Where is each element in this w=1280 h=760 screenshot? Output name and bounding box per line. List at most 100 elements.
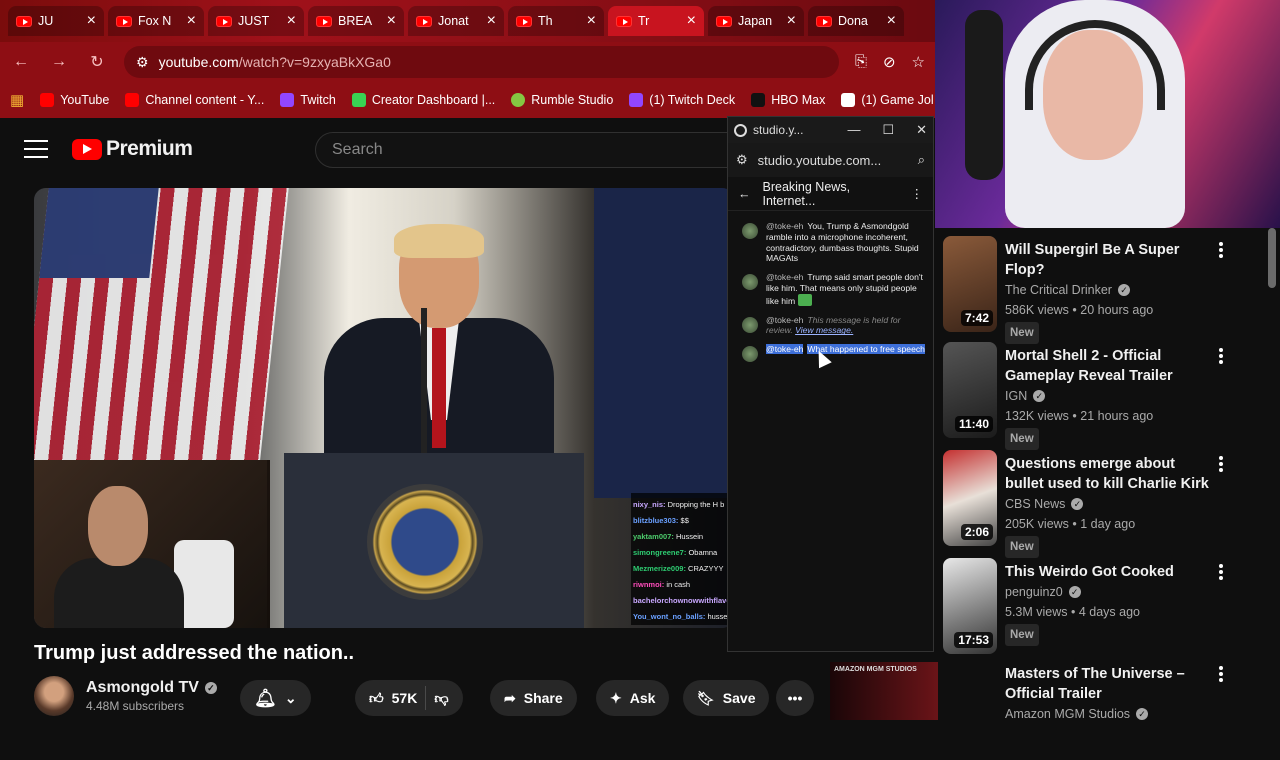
- presidential-seal: [367, 484, 483, 600]
- youtube-favicon-icon: [316, 15, 332, 27]
- youtube-favicon-icon: [616, 15, 632, 27]
- site-settings-icon[interactable]: ⚙: [136, 54, 149, 71]
- bookmark-item[interactable]: Rumble Studio: [511, 93, 613, 107]
- trailer-thumbnail[interactable]: AMAZON MGM STUDIOS: [830, 662, 938, 720]
- channel-name[interactable]: Asmongold TV ✓: [86, 679, 217, 697]
- video-player[interactable]: nixy_nis: Dropping the H b blitzblue303:…: [34, 188, 734, 628]
- search-icon[interactable]: ⌕: [918, 152, 925, 168]
- back-arrow-icon[interactable]: ←: [738, 187, 751, 201]
- ask-button[interactable]: ✦ Ask: [596, 680, 670, 716]
- install-app-icon[interactable]: ⎘: [855, 53, 867, 71]
- more-actions-button[interactable]: •••: [776, 680, 814, 716]
- close-tab-icon[interactable]: ×: [187, 12, 196, 30]
- close-tab-icon[interactable]: ×: [387, 12, 396, 30]
- share-icon: ➦: [504, 689, 516, 706]
- site-settings-icon[interactable]: ⚙: [736, 152, 748, 168]
- bell-icon: 🔔︎: [254, 687, 277, 708]
- close-tab-icon[interactable]: ×: [787, 12, 796, 30]
- more-vertical-icon[interactable]: [1219, 564, 1223, 582]
- save-button[interactable]: 🔖︎ Save: [683, 680, 770, 716]
- emote-icon: [797, 293, 812, 306]
- browser-tab[interactable]: JUST ×: [208, 6, 304, 36]
- view-message-link[interactable]: View message.: [795, 325, 853, 335]
- apps-grid-icon[interactable]: ▦: [10, 91, 24, 109]
- close-tab-icon[interactable]: ×: [87, 12, 96, 30]
- more-vertical-icon[interactable]: [1219, 456, 1223, 474]
- video-thumbnail[interactable]: 17:53: [943, 558, 997, 654]
- browser-tab[interactable]: JU ×: [8, 6, 104, 36]
- avatar: [742, 223, 758, 239]
- verified-check-icon: ✓: [204, 682, 217, 694]
- close-tab-icon[interactable]: ×: [487, 12, 496, 30]
- browser-tab[interactable]: Dona ×: [808, 6, 904, 36]
- bookmark-star-icon[interactable]: ☆: [912, 53, 925, 71]
- twitch-icon: [280, 93, 295, 107]
- recommendation-item[interactable]: 2:06 Questions emerge about bullet used …: [943, 450, 1243, 558]
- browser-tab[interactable]: Jonat ×: [408, 6, 504, 36]
- american-flag: [34, 188, 289, 468]
- youtube-play-icon: [72, 138, 102, 160]
- browser-tab[interactable]: Fox N ×: [108, 6, 204, 36]
- close-window-icon[interactable]: ✕: [916, 122, 927, 138]
- bookmark-item[interactable]: (1) Game Jol: [841, 93, 934, 107]
- close-tab-icon[interactable]: ×: [687, 12, 696, 30]
- chat-header: ← Breaking News, Internet... ⋮: [728, 177, 933, 211]
- chat-message-held[interactable]: @toke-eh This message is held for review.…: [728, 311, 933, 341]
- microphone: [421, 308, 427, 458]
- bookmark-item[interactable]: Creator Dashboard |...: [351, 93, 495, 107]
- bookmark-item[interactable]: Channel content - Y...: [125, 93, 264, 107]
- url-input[interactable]: ⚙ youtube.com/watch?v=9zxyaBkXGa0: [124, 46, 839, 78]
- browser-tab[interactable]: Japan ×: [708, 6, 804, 36]
- more-vertical-icon[interactable]: [1219, 666, 1223, 684]
- channel-avatar[interactable]: [34, 676, 74, 716]
- close-tab-icon[interactable]: ×: [587, 12, 596, 30]
- youtube-premium-logo[interactable]: Premium: [72, 137, 193, 161]
- hamburger-menu-icon[interactable]: [24, 140, 48, 158]
- recommendation-item[interactable]: Masters of The Universe – Official Trail…: [943, 660, 1243, 760]
- browser-tab[interactable]: Th ×: [508, 6, 604, 36]
- share-button[interactable]: ➦ Share: [490, 680, 577, 716]
- scrollbar[interactable]: [1268, 228, 1276, 288]
- avatar: [742, 346, 758, 363]
- avatar: [742, 274, 758, 291]
- chat-line: riwnmoi: in cash: [633, 580, 691, 589]
- bookmarks-bar: ▦ YouTube Channel content - Y... Twitch …: [0, 82, 935, 118]
- reload-icon[interactable]: ↻: [86, 52, 108, 72]
- more-vertical-icon[interactable]: ⋮: [911, 186, 924, 201]
- chat-message[interactable]: @toke-eh You, Trump & Asmondgold ramble i…: [728, 217, 933, 268]
- search-input[interactable]: Search: [315, 132, 735, 168]
- twitch-chat-overlay: nixy_nis: Dropping the H b blitzblue303:…: [631, 493, 734, 625]
- back-arrow-icon[interactable]: ←: [10, 53, 32, 71]
- browser-tab[interactable]: BREA ×: [308, 6, 404, 36]
- video-thumbnail[interactable]: 7:42: [943, 236, 997, 332]
- bookmark-item[interactable]: Twitch: [280, 93, 336, 107]
- subscribe-notifications-button[interactable]: 🔔︎ ⌄: [240, 680, 311, 716]
- close-tab-icon[interactable]: ×: [287, 12, 296, 30]
- maximize-icon[interactable]: ☐: [882, 122, 894, 138]
- like-dislike-button[interactable]: 👍︎ 57K 👎︎: [355, 680, 463, 716]
- tracking-protection-icon[interactable]: ⊘: [883, 53, 896, 71]
- youtube-favicon-icon: [816, 15, 832, 27]
- chat-line: blitzblue303: $$: [633, 516, 689, 525]
- channel-info: Asmongold TV ✓ 4.48M subscribers: [34, 676, 217, 716]
- forward-arrow-icon[interactable]: →: [48, 53, 70, 71]
- close-tab-icon[interactable]: ×: [887, 12, 896, 30]
- minimize-icon[interactable]: —: [847, 122, 860, 138]
- thumbs-up-icon[interactable]: 👍︎: [369, 690, 384, 707]
- browser-tab-active[interactable]: Tr ×: [608, 6, 704, 36]
- youtube-favicon-icon: [716, 15, 732, 27]
- bookmark-item[interactable]: (1) Twitch Deck: [629, 93, 735, 107]
- chat-message[interactable]: @toke-eh Trump said smart people don't li…: [728, 268, 933, 310]
- more-vertical-icon[interactable]: [1219, 348, 1223, 366]
- more-vertical-icon[interactable]: [1219, 242, 1223, 260]
- video-thumbnail[interactable]: 2:06: [943, 450, 997, 546]
- recommendation-item[interactable]: 7:42 Will Supergirl Be A Super Flop? The…: [943, 236, 1243, 344]
- kick-icon: [351, 93, 366, 107]
- thumbs-down-icon[interactable]: 👎︎: [434, 690, 448, 707]
- bookmark-item[interactable]: YouTube: [40, 93, 109, 107]
- recommendation-item[interactable]: 11:40 Mortal Shell 2 - Official Gameplay…: [943, 342, 1243, 450]
- rumble-icon: [511, 93, 526, 107]
- bookmark-item[interactable]: HBO Max: [751, 93, 825, 107]
- recommendation-item[interactable]: 17:53 This Weirdo Got Cooked penguinz0 ✓ …: [943, 558, 1243, 658]
- video-thumbnail[interactable]: 11:40: [943, 342, 997, 438]
